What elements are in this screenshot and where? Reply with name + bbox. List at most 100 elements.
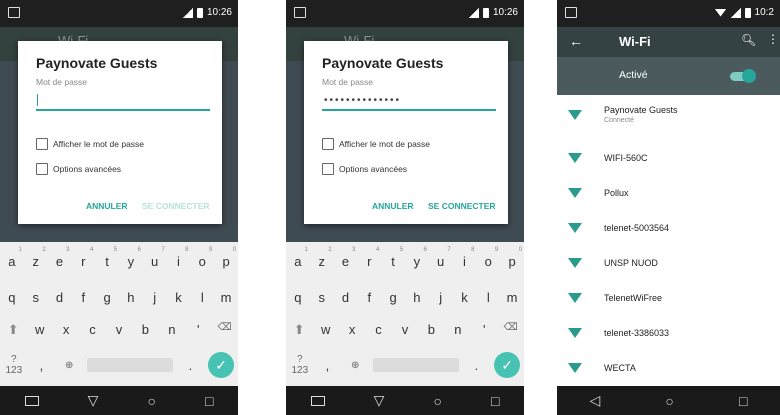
key[interactable]: 9o (192, 247, 213, 269)
key[interactable]: 8i (454, 247, 474, 269)
key[interactable]: n (448, 322, 468, 338)
key[interactable]: s (312, 290, 332, 305)
list-item[interactable]: telenet-3386033 (557, 316, 780, 351)
key[interactable]: 1a (2, 247, 22, 269)
password-input[interactable] (322, 91, 496, 111)
show-password-label[interactable]: Afficher le mot de passe (339, 139, 430, 149)
key[interactable]: l (478, 290, 498, 305)
key[interactable]: g (383, 290, 403, 305)
shift-icon[interactable]: ⬆ (3, 322, 23, 338)
key[interactable]: 5t (383, 247, 403, 269)
shift-icon[interactable]: ⬆ (289, 322, 309, 338)
key[interactable]: w (30, 322, 50, 338)
keyboard-icon[interactable] (310, 395, 325, 406)
key[interactable]: c (83, 322, 103, 338)
password-input[interactable] (36, 91, 210, 111)
list-item[interactable]: telenet-5003564 (557, 211, 780, 246)
key[interactable]: f (359, 290, 379, 305)
show-password-label[interactable]: Afficher le mot de passe (53, 139, 144, 149)
key[interactable]: g (97, 290, 117, 305)
key[interactable]: 3e (335, 247, 356, 269)
key[interactable]: n (162, 322, 182, 338)
list-item[interactable]: WIFI-560C (557, 141, 780, 176)
key[interactable]: s (26, 290, 46, 305)
recents-icon[interactable]: □ (739, 393, 747, 409)
key[interactable]: j (431, 290, 451, 305)
list-item[interactable]: Pollux (557, 176, 780, 211)
key[interactable]: j (145, 290, 165, 305)
key[interactable]: 7u (145, 247, 165, 269)
cancel-button[interactable]: ANNULER (86, 201, 128, 211)
home-icon[interactable]: ○ (665, 393, 673, 409)
back-nav-icon[interactable]: ◁ (590, 392, 601, 409)
key[interactable]: w (316, 322, 336, 338)
connect-button[interactable]: SE CONNECTER (142, 201, 210, 211)
search-icon[interactable]: 🔍︎ (741, 33, 756, 47)
key[interactable]: 0p (216, 247, 236, 269)
key[interactable]: 1a (288, 247, 308, 269)
key[interactable]: m (216, 290, 236, 305)
key[interactable]: 2z (312, 247, 331, 269)
key[interactable]: 6y (121, 247, 141, 269)
wifi-toggle-row[interactable]: Activé (557, 57, 780, 95)
key[interactable]: q (2, 290, 22, 305)
recents-icon[interactable]: □ (205, 393, 213, 409)
symbols-key[interactable]: ?123 (4, 354, 24, 376)
key[interactable]: m (502, 290, 522, 305)
key[interactable]: h (121, 290, 141, 305)
connect-button[interactable]: SE CONNECTER (428, 201, 496, 211)
key[interactable]: 6y (407, 247, 427, 269)
globe-icon[interactable]: ⊕ (59, 360, 79, 371)
period-key[interactable]: . (466, 358, 486, 373)
key[interactable]: f (73, 290, 93, 305)
advanced-options-checkbox[interactable] (322, 163, 334, 175)
globe-icon[interactable]: ⊕ (345, 360, 365, 371)
wifi-switch-knob[interactable] (742, 69, 756, 83)
key[interactable]: v (109, 322, 129, 338)
key[interactable]: b (135, 322, 155, 338)
key[interactable]: 3e (49, 247, 70, 269)
keyboard-icon[interactable] (24, 395, 39, 406)
advanced-options-label[interactable]: Options avancées (339, 164, 407, 174)
home-icon[interactable]: ○ (147, 393, 155, 409)
comma-key[interactable]: , (317, 358, 337, 373)
list-item[interactable]: Paynovate Guests Connecté (557, 95, 780, 130)
key[interactable]: c (369, 322, 389, 338)
list-item[interactable]: TelenetWiFree (557, 281, 780, 316)
list-item[interactable]: UNSP NUOD (557, 246, 780, 281)
back-nav-icon[interactable]: ▽ (374, 392, 385, 409)
key[interactable]: 4r (359, 247, 379, 269)
key[interactable]: l (192, 290, 212, 305)
key[interactable]: x (342, 322, 362, 338)
more-vert-icon[interactable]: ⋮ (767, 32, 779, 46)
key[interactable]: 7u (431, 247, 451, 269)
key[interactable]: 2z (26, 247, 45, 269)
space-key[interactable] (86, 358, 173, 372)
key[interactable]: d (49, 290, 69, 305)
key[interactable]: 9o (478, 247, 499, 269)
space-key[interactable] (372, 358, 459, 372)
key[interactable]: v (395, 322, 415, 338)
key[interactable]: x (56, 322, 76, 338)
comma-key[interactable]: , (31, 358, 51, 373)
backspace-icon[interactable]: ⌫ (215, 322, 235, 338)
key[interactable]: 5t (97, 247, 117, 269)
check-icon[interactable]: ✓ (208, 352, 235, 378)
key[interactable]: k (454, 290, 474, 305)
backspace-icon[interactable]: ⌫ (501, 322, 521, 338)
key[interactable]: d (335, 290, 355, 305)
key[interactable]: ' (188, 322, 208, 338)
show-password-checkbox[interactable] (36, 138, 48, 150)
key[interactable]: k (168, 290, 188, 305)
advanced-options-label[interactable]: Options avancées (53, 164, 121, 174)
symbols-key[interactable]: ?123 (290, 354, 310, 376)
key[interactable]: ' (474, 322, 494, 338)
cancel-button[interactable]: ANNULER (372, 201, 414, 211)
key[interactable]: q (288, 290, 308, 305)
recents-icon[interactable]: □ (491, 393, 499, 409)
key[interactable]: h (407, 290, 427, 305)
key[interactable]: 4r (73, 247, 93, 269)
show-password-checkbox[interactable] (322, 138, 334, 150)
back-arrow-icon[interactable]: ← (569, 33, 583, 49)
key[interactable]: 0p (502, 247, 522, 269)
